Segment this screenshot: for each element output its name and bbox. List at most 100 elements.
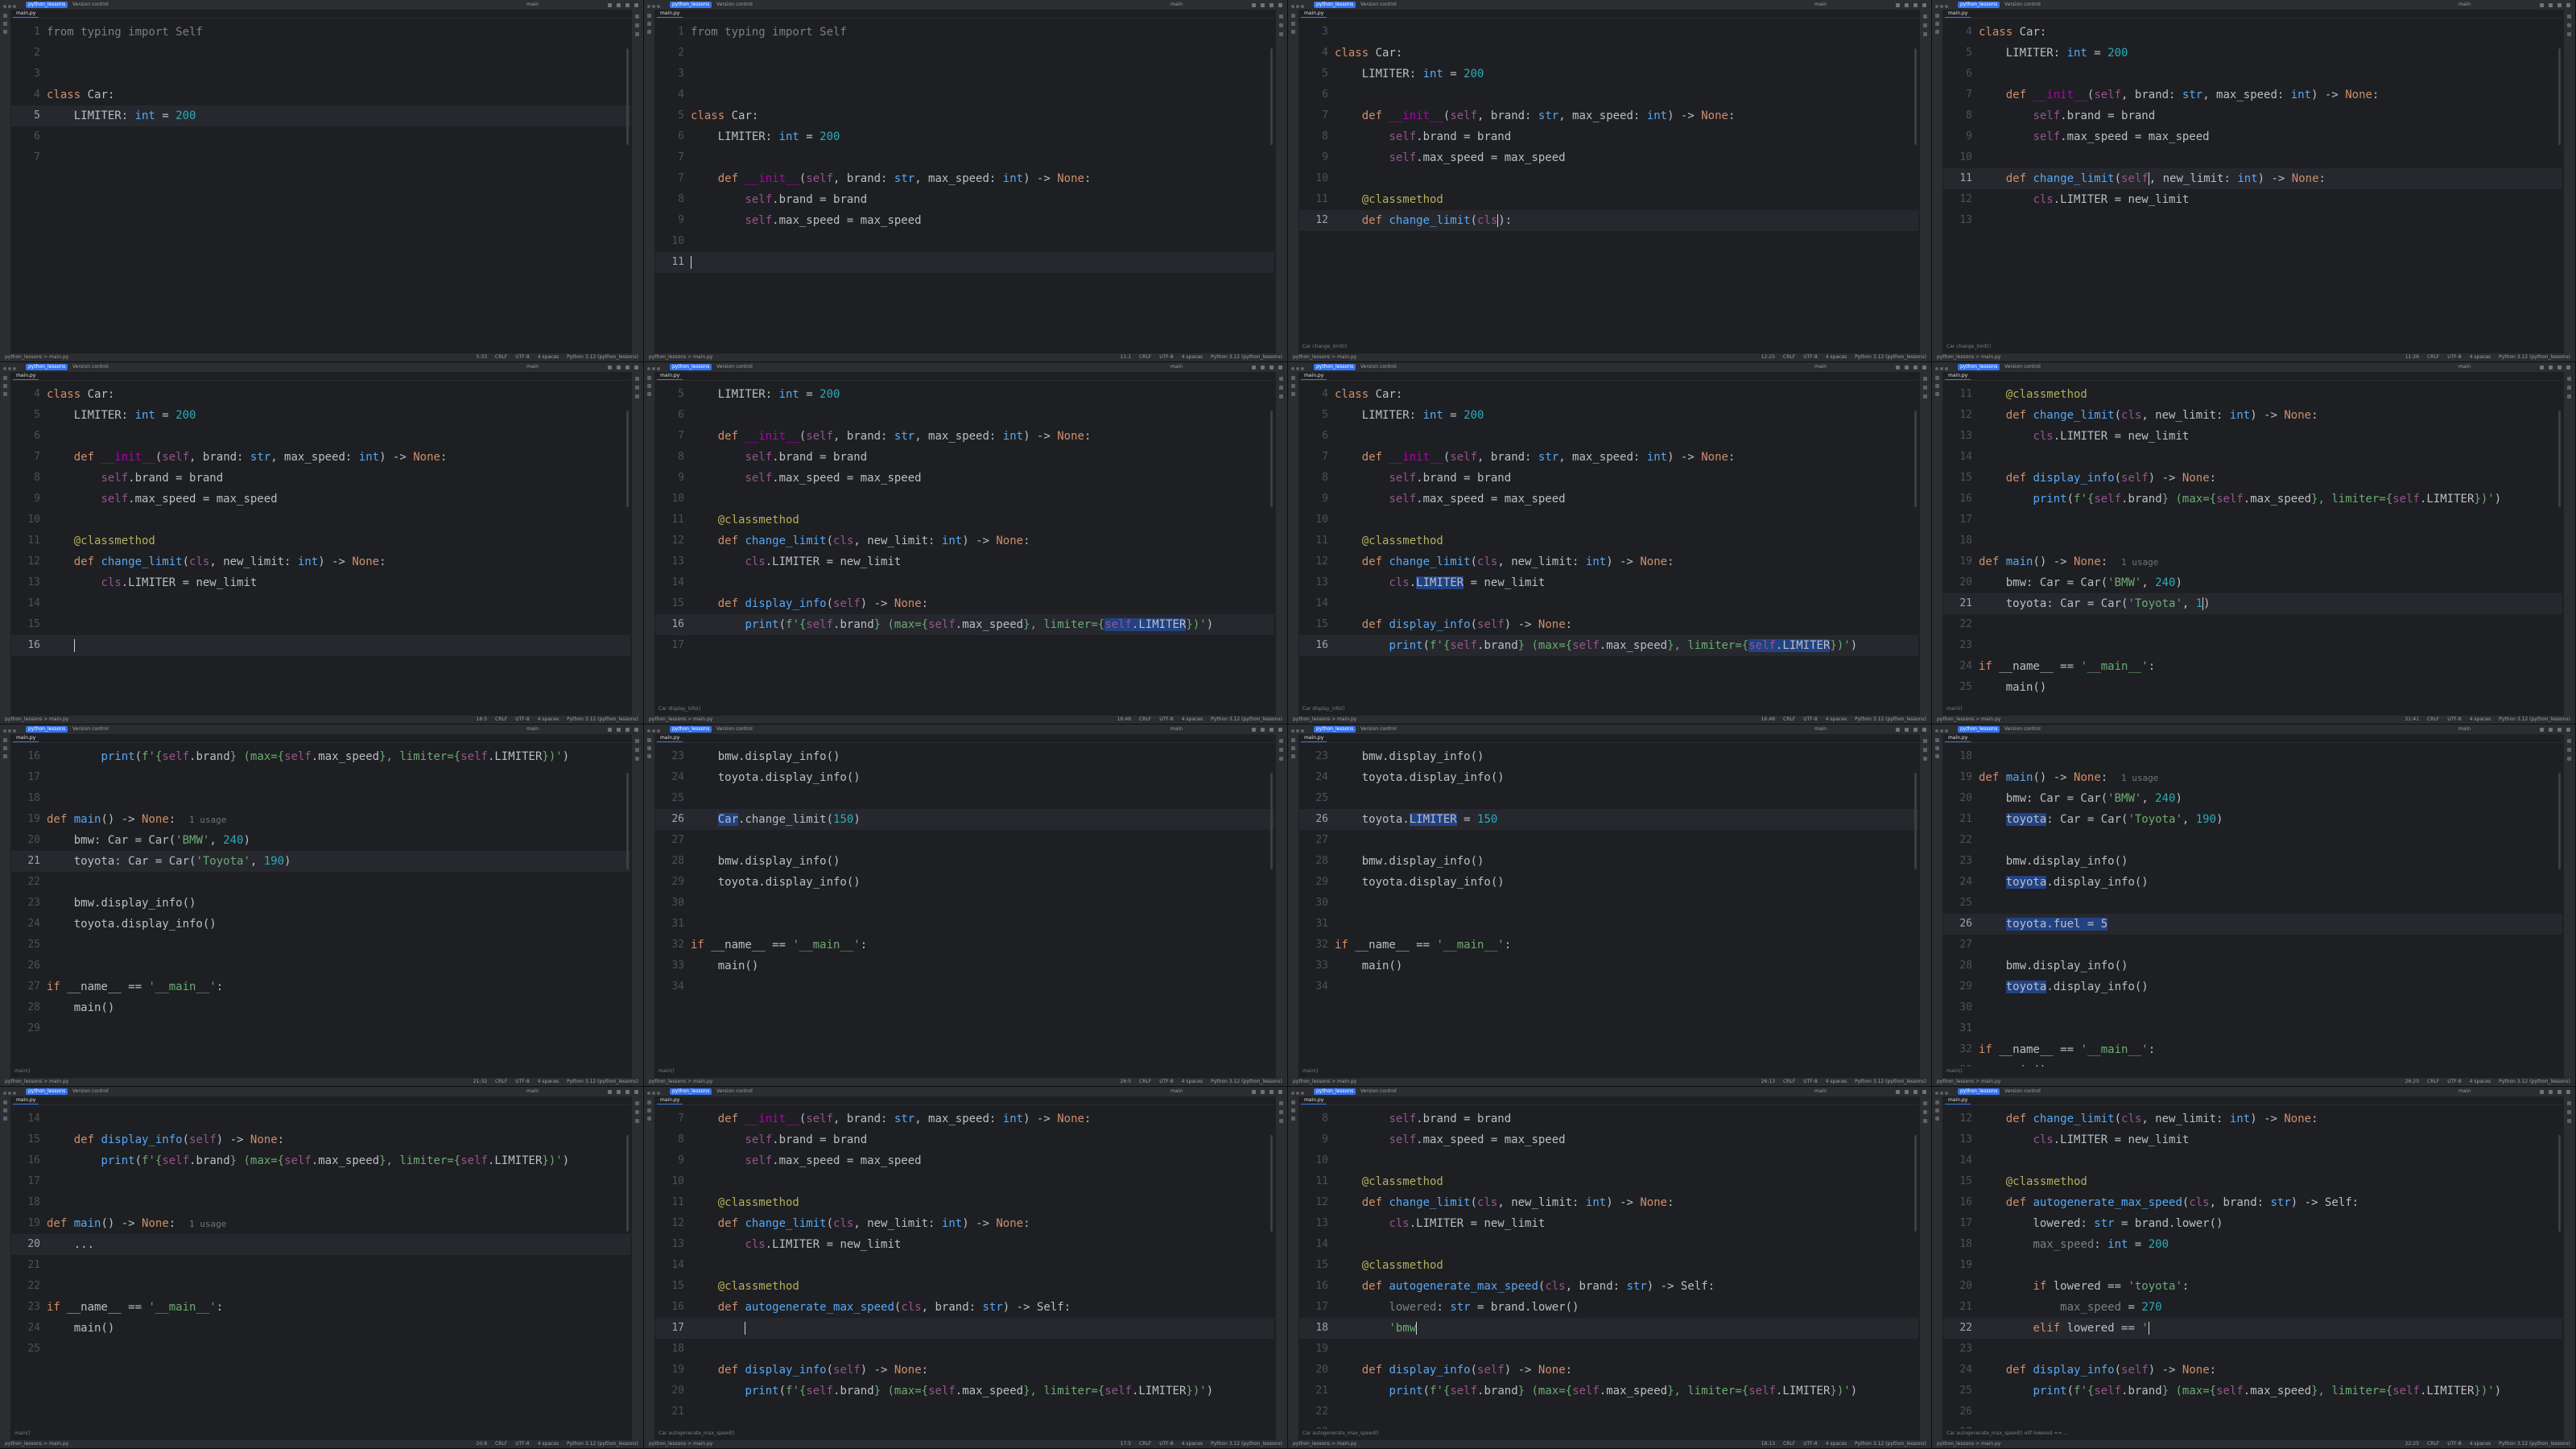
line-separator[interactable]: CRLF	[1139, 1079, 1151, 1084]
caret-position[interactable]: 22:25	[2405, 1441, 2419, 1447]
status-path[interactable]: python_lessons > main.py	[5, 1440, 68, 1448]
window-controls[interactable]	[1935, 3, 1953, 8]
code-line[interactable]: 8 self.brand = brand	[1299, 468, 1918, 489]
code-line[interactable]: 13 cls.LIMITER = new_limit	[1943, 426, 2562, 447]
right-tool-strip[interactable]	[1276, 1096, 1287, 1440]
run-icon[interactable]	[1252, 3, 1256, 7]
debug-icon[interactable]	[2549, 3, 2553, 7]
tab-main-py[interactable]: main.py	[1945, 373, 1971, 380]
code-line[interactable]: 23	[1299, 1422, 1918, 1429]
code-line[interactable]: 7	[11, 147, 630, 168]
window-controls[interactable]	[3, 3, 21, 8]
project-selector[interactable]: python_lessons	[26, 1088, 68, 1095]
code-editor[interactable]: 1 from typing import Self 2 3 4 class Car: 5 L…	[11, 19, 630, 342]
run-toolbar[interactable]	[1247, 727, 1282, 733]
indent-setting[interactable]: 4 spaces	[1826, 716, 1847, 722]
code-line[interactable]: 24 def display_info(self) -> None:	[1943, 1360, 2562, 1381]
code-line[interactable]: 20 def display_info(self) -> None:	[1299, 1360, 1918, 1381]
vcs-menu[interactable]: Version control	[2004, 2, 2041, 8]
branch-selector[interactable]: main	[526, 1088, 539, 1095]
debug-icon[interactable]	[2549, 365, 2553, 369]
breadcrumb[interactable]	[11, 343, 630, 351]
project-selector[interactable]: python_lessons	[1958, 2, 2000, 8]
line-separator[interactable]: CRLF	[1783, 1441, 1795, 1447]
code-line[interactable]: 26 Car.change_limit(150)	[655, 809, 1274, 830]
breadcrumb[interactable]	[11, 705, 630, 713]
left-tool-strip[interactable]	[1288, 734, 1298, 1078]
status-path[interactable]: python_lessons > main.py	[649, 1440, 712, 1448]
code-line[interactable]: 17 lowered: str = brand.lower()	[1299, 1297, 1918, 1318]
window-controls[interactable]	[647, 365, 665, 370]
more-icon[interactable]	[3, 754, 7, 758]
status-widgets[interactable]: 16:48 CRLF UTF-8 4 spaces Python 3.12 (pytho…	[1753, 716, 1926, 724]
right-tool-strip[interactable]	[632, 1096, 643, 1440]
search-icon[interactable]	[2557, 1090, 2562, 1094]
tab-main-py[interactable]: main.py	[13, 10, 39, 18]
line-separator[interactable]: CRLF	[2427, 354, 2439, 360]
notifications-icon[interactable]	[1279, 739, 1283, 743]
project-icon[interactable]	[1291, 14, 1295, 18]
code-line[interactable]: 32 if __name__ == '__main__':	[1943, 1039, 2562, 1060]
more-icon[interactable]	[647, 30, 651, 34]
code-line[interactable]: 22	[1943, 614, 2562, 635]
tab-main-py[interactable]: main.py	[1945, 10, 1971, 18]
project-icon[interactable]	[1935, 1100, 1939, 1104]
editor-scrollbar[interactable]	[1914, 48, 1917, 145]
line-separator[interactable]: CRLF	[1783, 354, 1795, 360]
run-toolbar[interactable]	[1247, 1089, 1282, 1096]
code-line[interactable]: 11 def change_limit(self, new_limit: int…	[1943, 168, 2562, 189]
ai-assistant-icon[interactable]	[635, 32, 639, 36]
search-icon[interactable]	[1913, 1090, 1918, 1094]
code-line[interactable]: 7 def __init__(self, brand: str, max_spe…	[655, 168, 1274, 189]
breadcrumb[interactable]: main()	[1299, 1067, 1918, 1075]
interpreter-selector[interactable]: Python 3.12 (python_lessons)	[1211, 1441, 1282, 1447]
database-icon[interactable]	[1279, 386, 1283, 390]
code-line[interactable]: 6	[1299, 85, 1918, 105]
window-controls[interactable]	[647, 3, 665, 8]
notifications-icon[interactable]	[2567, 739, 2571, 743]
database-icon[interactable]	[1279, 23, 1283, 27]
search-icon[interactable]	[625, 1090, 630, 1094]
project-icon[interactable]	[1935, 14, 1939, 18]
indent-setting[interactable]: 4 spaces	[2470, 1079, 2491, 1084]
code-line[interactable]: 12 def change_limit(cls, new_limit: int)…	[11, 551, 630, 572]
code-line[interactable]: 24 toyota.display_info()	[655, 767, 1274, 788]
more-icon[interactable]	[647, 754, 651, 758]
code-line[interactable]: 5 LIMITER: int = 200	[1299, 64, 1918, 85]
structure-icon[interactable]	[3, 746, 7, 750]
code-line[interactable]: 21 print(f'{self.brand} (max={self.max_s…	[1299, 1381, 1918, 1402]
debug-icon[interactable]	[617, 3, 621, 7]
code-line[interactable]: 15 def display_info(self) -> None:	[11, 1129, 630, 1150]
status-path[interactable]: python_lessons > main.py	[649, 353, 712, 361]
left-tool-strip[interactable]	[644, 10, 654, 353]
code-line[interactable]: 11 @classmethod	[655, 1192, 1274, 1213]
caret-position[interactable]: 18:13	[1761, 1441, 1775, 1447]
structure-icon[interactable]	[1291, 22, 1295, 26]
code-line[interactable]: 16 def autogenerate_max_speed(cls, brand…	[1943, 1192, 2562, 1213]
branch-selector[interactable]: main	[1170, 2, 1183, 8]
file-encoding[interactable]: UTF-8	[515, 354, 530, 360]
file-encoding[interactable]: UTF-8	[1159, 354, 1174, 360]
breadcrumb[interactable]: Car display_info()	[655, 705, 1274, 713]
code-editor[interactable]: 12 def change_limit(cls, new_limit: int)…	[1943, 1105, 2562, 1429]
run-icon[interactable]	[1252, 365, 1256, 369]
code-line[interactable]: 27	[1299, 830, 1918, 851]
tab-main-py[interactable]: main.py	[657, 10, 683, 18]
settings-icon[interactable]	[1922, 365, 1926, 369]
indent-setting[interactable]: 4 spaces	[2470, 716, 2491, 722]
code-editor[interactable]: 1 from typing import Self 2 3 4 5 class Car: 6 …	[655, 19, 1274, 342]
editor-scrollbar[interactable]	[2558, 1135, 2561, 1232]
caret-position[interactable]: 16:5	[477, 716, 487, 722]
code-line[interactable]: 20 ...	[11, 1234, 630, 1255]
vcs-menu[interactable]: Version control	[72, 726, 109, 733]
status-path[interactable]: python_lessons > main.py	[1937, 1078, 2000, 1086]
status-path[interactable]: python_lessons > main.py	[1937, 1440, 2000, 1448]
file-encoding[interactable]: UTF-8	[1159, 716, 1174, 722]
vcs-menu[interactable]: Version control	[72, 1088, 109, 1095]
debug-icon[interactable]	[1905, 1090, 1909, 1094]
interpreter-selector[interactable]: Python 3.12 (python_lessons)	[1211, 354, 1282, 360]
code-line[interactable]: 23 bmw.display_info()	[655, 746, 1274, 767]
indent-setting[interactable]: 4 spaces	[1182, 716, 1203, 722]
notifications-icon[interactable]	[635, 14, 639, 19]
search-icon[interactable]	[2557, 728, 2562, 732]
